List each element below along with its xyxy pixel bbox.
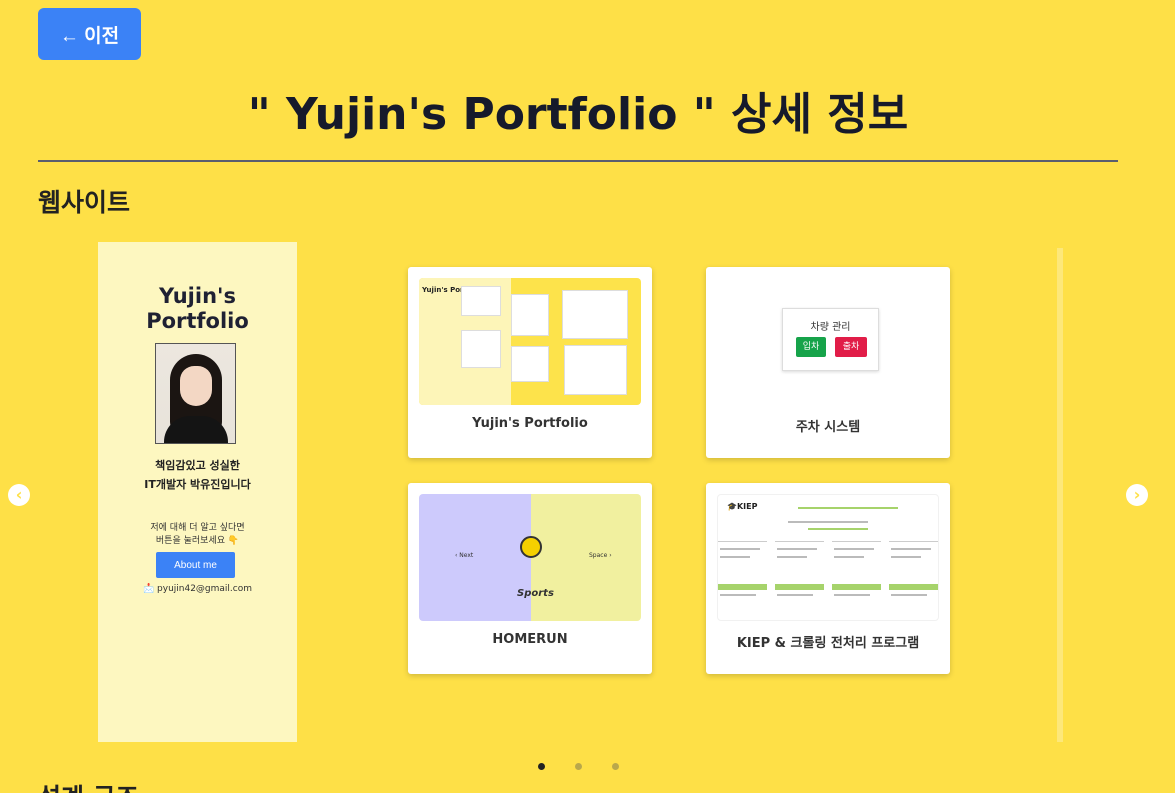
card-parking-system[interactable]: 차량 관리 입차 출차 주차 시스템 xyxy=(706,267,950,458)
card-label: Yujin's Portfolio xyxy=(472,416,588,431)
phone-email: 📩 pyujin42@gmail.com xyxy=(142,584,253,594)
phone-title-line2: Portfolio xyxy=(146,309,249,333)
card-label: 주차 시스템 xyxy=(795,420,861,435)
thumb-sports: Sports xyxy=(517,588,554,599)
chevron-left-icon: ‹ xyxy=(15,485,23,504)
divider xyxy=(38,160,1118,162)
card-thumbnail: 차량 관리 입차 출차 xyxy=(717,278,939,405)
carousel-dot-1[interactable] xyxy=(538,763,545,770)
card-homerun[interactable]: ‹ Next Space › Sports HOMERUN xyxy=(408,483,652,674)
back-button[interactable]: ← 이전 xyxy=(38,8,141,60)
section-title-websites: 웹사이트 xyxy=(38,188,131,217)
profile-photo xyxy=(155,343,236,444)
thumb-title: 차량 관리 xyxy=(810,322,851,333)
card-thumbnail: 🎓KIEP xyxy=(717,494,939,621)
portfolio-phone-preview[interactable]: Yujin's Portfolio 책임감있고 성실한 IT개발자 박유진입니다… xyxy=(98,242,297,742)
mascot-icon xyxy=(520,536,542,558)
phone-more-text: 저에 대해 더 알고 싶다면 버튼을 눌러보세요 👇 xyxy=(98,522,297,548)
thumb-next: Space › xyxy=(589,552,612,559)
carousel-dot-3[interactable] xyxy=(612,763,619,770)
carousel-prev-button[interactable]: ‹ xyxy=(8,484,30,506)
phone-intro-line2: IT개발자 박유진입니다 xyxy=(144,478,251,491)
thumb-in-label: 입차 xyxy=(796,337,826,357)
card-kiep[interactable]: 🎓KIEP KIEP & 크롤링 전처리 프로그램 xyxy=(706,483,950,674)
thumb-prev: ‹ Next xyxy=(455,552,474,559)
page-title: " Yujin's Portfolio " 상세 정보 xyxy=(247,89,909,140)
phone-more-line1: 저에 대해 더 알고 싶다면 xyxy=(150,523,245,533)
phone-title-line1: Yujin's xyxy=(159,284,236,308)
thumb-out-label: 출차 xyxy=(835,337,867,357)
next-slide-edge xyxy=(1057,248,1063,742)
carousel-dot-2[interactable] xyxy=(575,763,582,770)
card-thumbnail: Yujin's Portfolio xyxy=(419,278,641,405)
card-thumbnail: ‹ Next Space › Sports xyxy=(419,494,641,621)
about-me-button[interactable]: About me xyxy=(156,552,235,578)
section-title-next: 설계 구조 xyxy=(38,778,139,793)
phone-intro: 책임감있고 성실한 IT개발자 박유진입니다 xyxy=(98,456,297,494)
phone-intro-line1: 책임감있고 성실한 xyxy=(155,459,240,472)
thumb-logo: 🎓KIEP xyxy=(727,502,758,511)
card-yujins-portfolio[interactable]: Yujin's Portfolio Yujin's Portfolio xyxy=(408,267,652,458)
phone-more-line2: 버튼을 눌러보세요 👇 xyxy=(155,536,240,546)
card-label: HOMERUN xyxy=(492,632,568,647)
chevron-right-icon: › xyxy=(1133,485,1141,504)
phone-title: Yujin's Portfolio xyxy=(98,284,297,334)
carousel-next-button[interactable]: › xyxy=(1126,484,1148,506)
card-label: KIEP & 크롤링 전처리 프로그램 xyxy=(736,636,920,651)
